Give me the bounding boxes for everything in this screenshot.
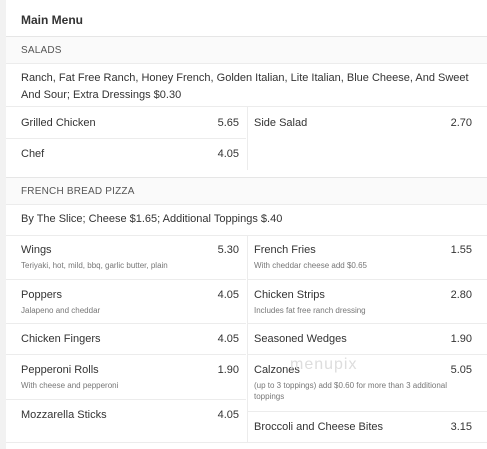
item-name: Pepperoni Rolls [21,364,99,376]
menu-card: Main Menu SALADS Ranch, Fat Free Ranch, … [6,0,487,449]
item-note: Teriyaki, hot, mild, bbq, garlic butter,… [21,261,168,270]
item-name: Side Salad [254,117,308,129]
section-description-pizza: By The Slice; Cheese $1.65; Additional T… [21,213,283,225]
divider [6,138,246,139]
item-name: Chef [21,148,45,160]
item-name: Wings [21,244,52,256]
item-note: Jalapeno and cheddar [21,306,101,315]
section-heading-salads: SALADS [6,36,487,64]
section-heading-french-bread-pizza: FRENCH BREAD PIZZA [6,177,487,205]
divider [247,411,487,412]
divider [6,323,246,324]
item-price: 5.30 [217,244,239,256]
item-price: 1.90 [217,364,239,376]
item-price: 4.05 [217,289,239,301]
watermark-logo: menupix [290,356,358,373]
item-name: Poppers [21,289,62,301]
item-price: 1.55 [450,244,472,256]
item-price: 5.65 [217,117,239,129]
column-divider [247,107,248,170]
item-price: 5.05 [450,364,472,376]
divider [247,279,487,280]
divider [6,354,246,355]
item-note: Includes fat free ranch dressing [254,306,366,315]
item-price: 3.15 [450,421,472,433]
divider [6,279,246,280]
item-name: Broccoli and Cheese Bites [254,421,384,433]
item-price: 1.90 [450,333,472,345]
item-name: Grilled Chicken [21,117,96,129]
item-name: Chicken Strips [254,289,325,301]
item-note: With cheddar cheese add $0.65 [254,261,367,270]
item-price: 4.05 [217,148,239,160]
item-name: Mozzarella Sticks [21,409,107,421]
divider [6,442,487,443]
divider [6,399,246,400]
item-price: 2.80 [450,289,472,301]
item-note: With cheese and pepperoni [21,381,119,390]
item-price: 4.05 [217,333,239,345]
item-name: Seasoned Wedges [254,333,347,345]
divider [247,323,487,324]
menu-title: Main Menu [21,13,83,27]
item-note: (up to 3 toppings) add $0.60 for more th… [254,381,448,401]
item-name: Chicken Fingers [21,333,101,345]
item-price: 4.05 [217,409,239,421]
item-price: 2.70 [450,117,472,129]
divider [247,354,487,355]
section-description-salads: Ranch, Fat Free Ranch, Honey French, Gol… [21,72,469,101]
item-name: French Fries [254,244,316,256]
